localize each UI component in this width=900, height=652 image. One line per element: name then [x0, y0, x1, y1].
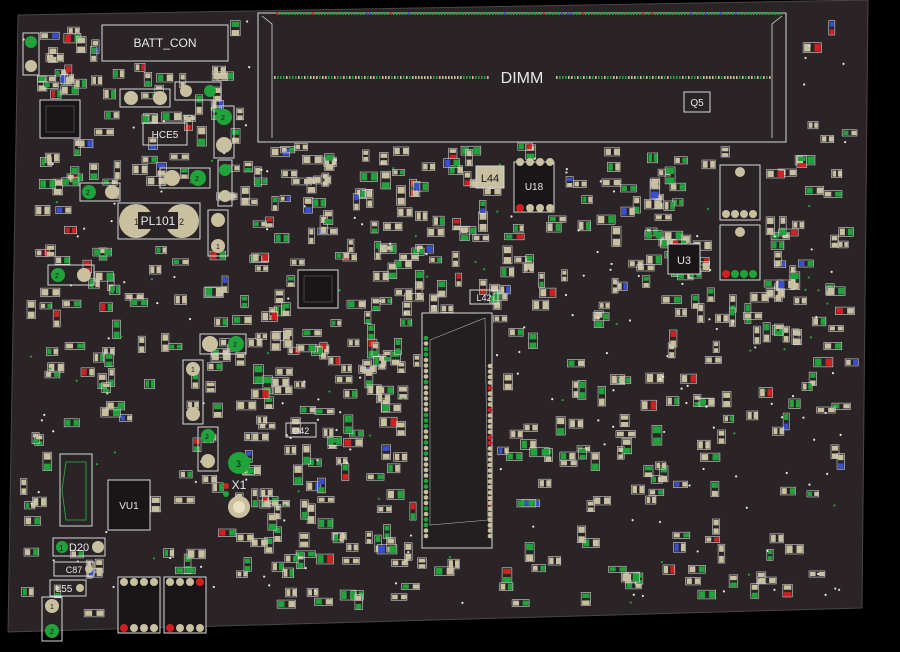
u18-chip[interactable]: U18 — [513, 158, 555, 213]
bottom-connector-right[interactable] — [163, 576, 207, 634]
vu1-label: VU1 — [119, 501, 139, 512]
u3-label: U3 — [677, 255, 691, 267]
batt-con-label: BATT_CON — [133, 36, 196, 50]
c87-label: C87 — [66, 565, 83, 575]
l44-label: L44 — [481, 173, 499, 185]
bottom-left-pin1: 1 — [50, 604, 54, 611]
q5-label: Q5 — [690, 98, 704, 109]
large-module[interactable] — [421, 312, 493, 549]
x1-pin: 3 — [236, 459, 241, 469]
qfn-chip-center[interactable] — [297, 269, 339, 309]
two-pin-part-f-pin: 1 — [191, 367, 195, 374]
d20-label: D20 — [69, 542, 89, 554]
qfn-chip-left[interactable] — [39, 99, 81, 139]
bottom-left-pin2: 2 — [50, 629, 54, 636]
bottom-connector-left[interactable] — [117, 576, 161, 634]
two-pin-part-a-pin: 2 — [86, 190, 90, 197]
two-pin-part-b-pin: 2 — [55, 273, 59, 280]
pl101-label: PL101 — [141, 214, 176, 228]
two-pin-part-c-pin: 2 — [195, 176, 199, 183]
hce5-label: HCE5 — [152, 130, 179, 141]
d20-pin: 1 — [59, 544, 64, 553]
pl101-pin2: 2 — [179, 217, 184, 227]
l42-label: L42 — [476, 293, 491, 303]
u18-label: U18 — [525, 182, 544, 193]
l55-label: L55 — [56, 584, 73, 595]
dimm-label: DIMM — [501, 70, 544, 87]
vu1-chip[interactable]: VU1 — [107, 479, 151, 531]
d42-label: D42 — [293, 426, 310, 436]
x1-label: X1 — [232, 478, 247, 492]
u3-chip[interactable]: U3 — [667, 243, 701, 275]
two-pin-part-h-pin: 1 — [216, 244, 220, 251]
dimm-top-pins — [276, 12, 782, 15]
pcb-canvas[interactable]: DIMM BATT_CON HCE5 1 2 PL101 L44 U18 Q5 … — [0, 0, 900, 647]
two-pin-part-g-pin: 2 — [205, 434, 209, 441]
two-pin-part-e-pin: 2 — [233, 342, 237, 349]
two-pin-part-d-pin: 2 — [221, 115, 225, 122]
l44-inductor[interactable]: L44 — [475, 165, 505, 189]
pcb-layout-view[interactable]: DIMM BATT_CON HCE5 1 2 PL101 L44 U18 Q5 … — [0, 0, 900, 647]
